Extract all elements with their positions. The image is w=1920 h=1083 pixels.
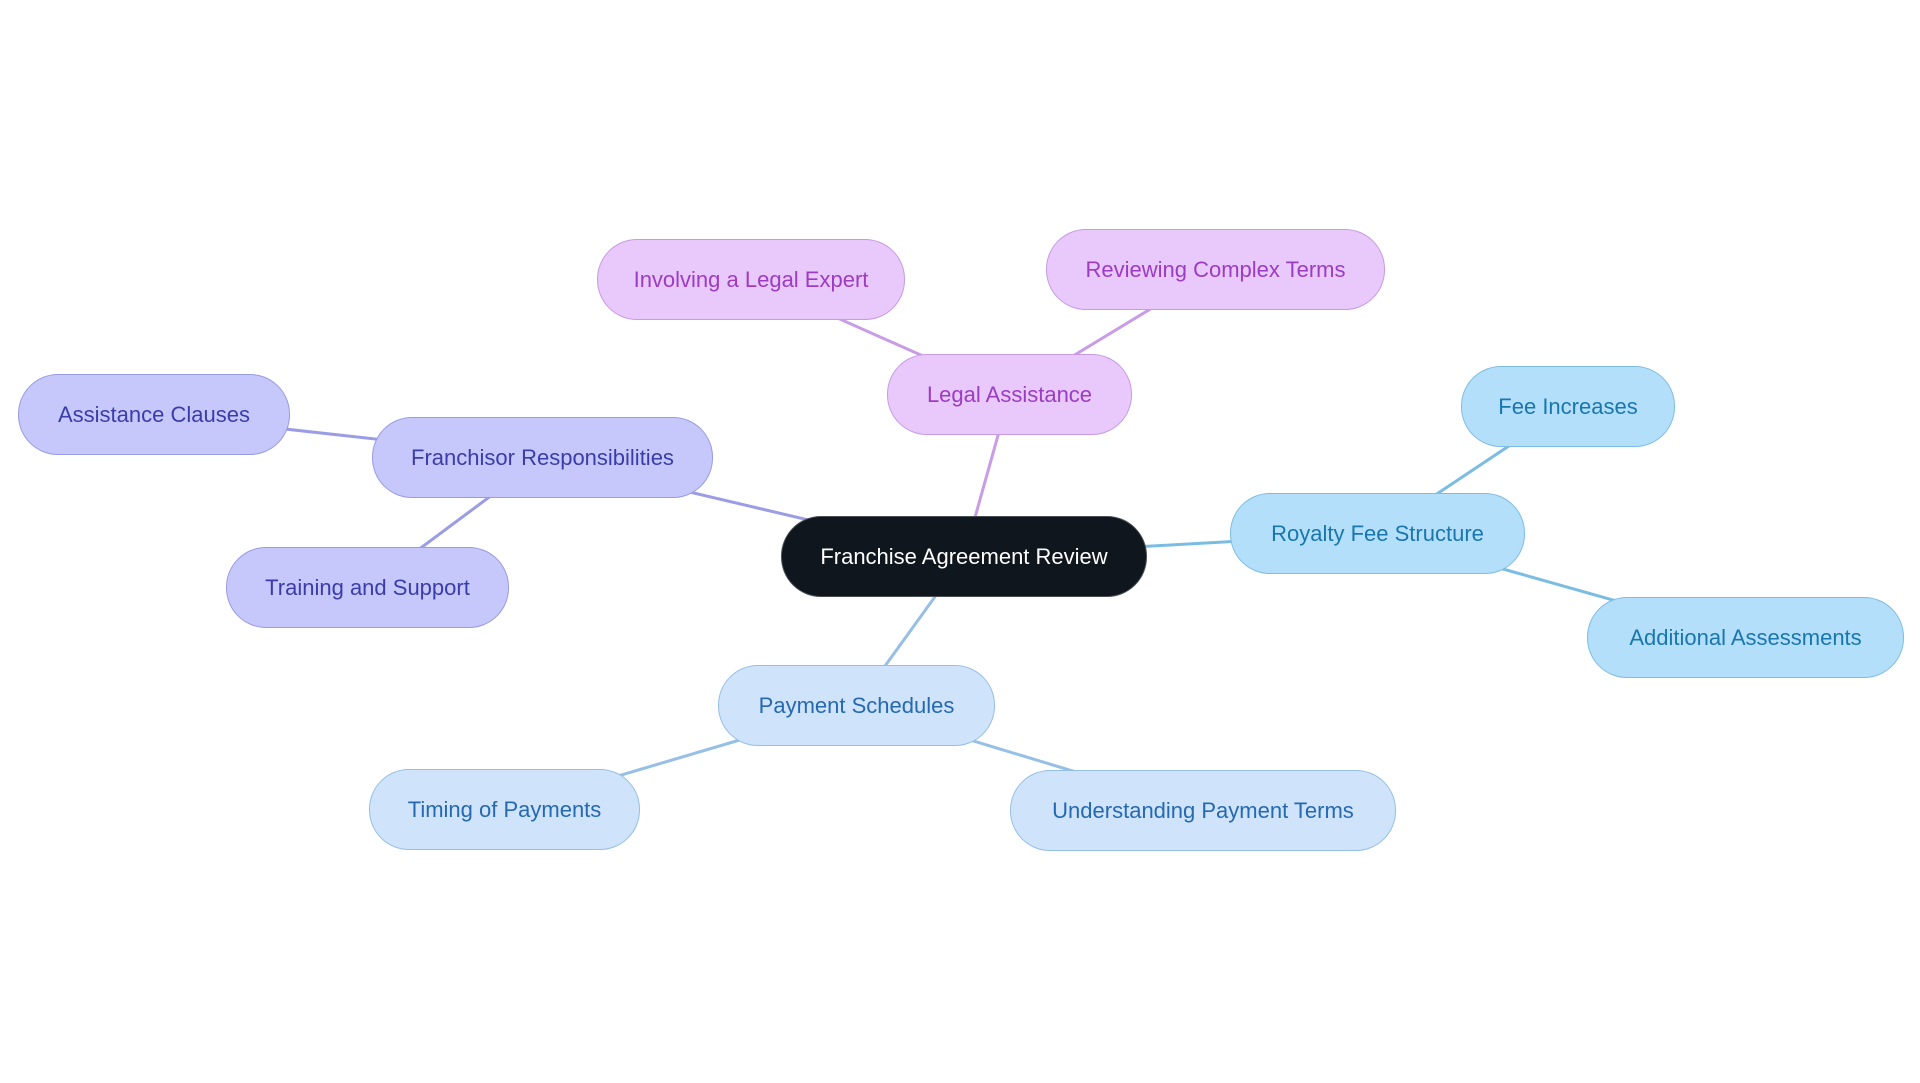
node-assistance-clauses[interactable]: Assistance Clauses (18, 374, 290, 455)
node-payment-schedules-label: Payment Schedules (758, 692, 955, 718)
node-timing-of-payments-label: Timing of Payments (407, 796, 602, 822)
node-involving-legal-expert-label: Involving a Legal Expert (633, 266, 869, 292)
node-root-label: Franchise Agreement Review (820, 543, 1108, 569)
node-additional-assessments-label: Additional Assessments (1629, 624, 1862, 650)
node-legal-assistance-label: Legal Assistance (926, 381, 1093, 407)
node-reviewing-complex-terms[interactable]: Reviewing Complex Terms (1046, 229, 1385, 310)
mindmap-canvas: Franchise Agreement Review Legal Assista… (0, 0, 1920, 1083)
node-fee-increases-label: Fee Increases (1498, 393, 1638, 419)
node-training-and-support-label: Training and Support (265, 574, 470, 600)
node-timing-of-payments[interactable]: Timing of Payments (369, 769, 640, 850)
node-reviewing-complex-terms-label: Reviewing Complex Terms (1085, 256, 1346, 282)
node-involving-legal-expert[interactable]: Involving a Legal Expert (597, 239, 905, 320)
node-training-and-support[interactable]: Training and Support (226, 547, 509, 628)
node-royalty-fee-structure[interactable]: Royalty Fee Structure (1230, 493, 1525, 574)
node-additional-assessments[interactable]: Additional Assessments (1587, 597, 1904, 678)
node-understanding-payment-terms-label: Understanding Payment Terms (1052, 797, 1354, 823)
node-understanding-payment-terms[interactable]: Understanding Payment Terms (1010, 770, 1396, 851)
node-legal-assistance[interactable]: Legal Assistance (887, 354, 1132, 435)
node-root[interactable]: Franchise Agreement Review (781, 516, 1147, 597)
node-royalty-fee-structure-label: Royalty Fee Structure (1271, 520, 1484, 546)
node-franchisor-responsibilities[interactable]: Franchisor Responsibilities (372, 417, 713, 498)
node-fee-increases[interactable]: Fee Increases (1461, 366, 1675, 447)
node-franchisor-responsibilities-label: Franchisor Responsibilities (411, 444, 674, 470)
node-assistance-clauses-label: Assistance Clauses (58, 401, 250, 427)
node-payment-schedules[interactable]: Payment Schedules (718, 665, 995, 746)
